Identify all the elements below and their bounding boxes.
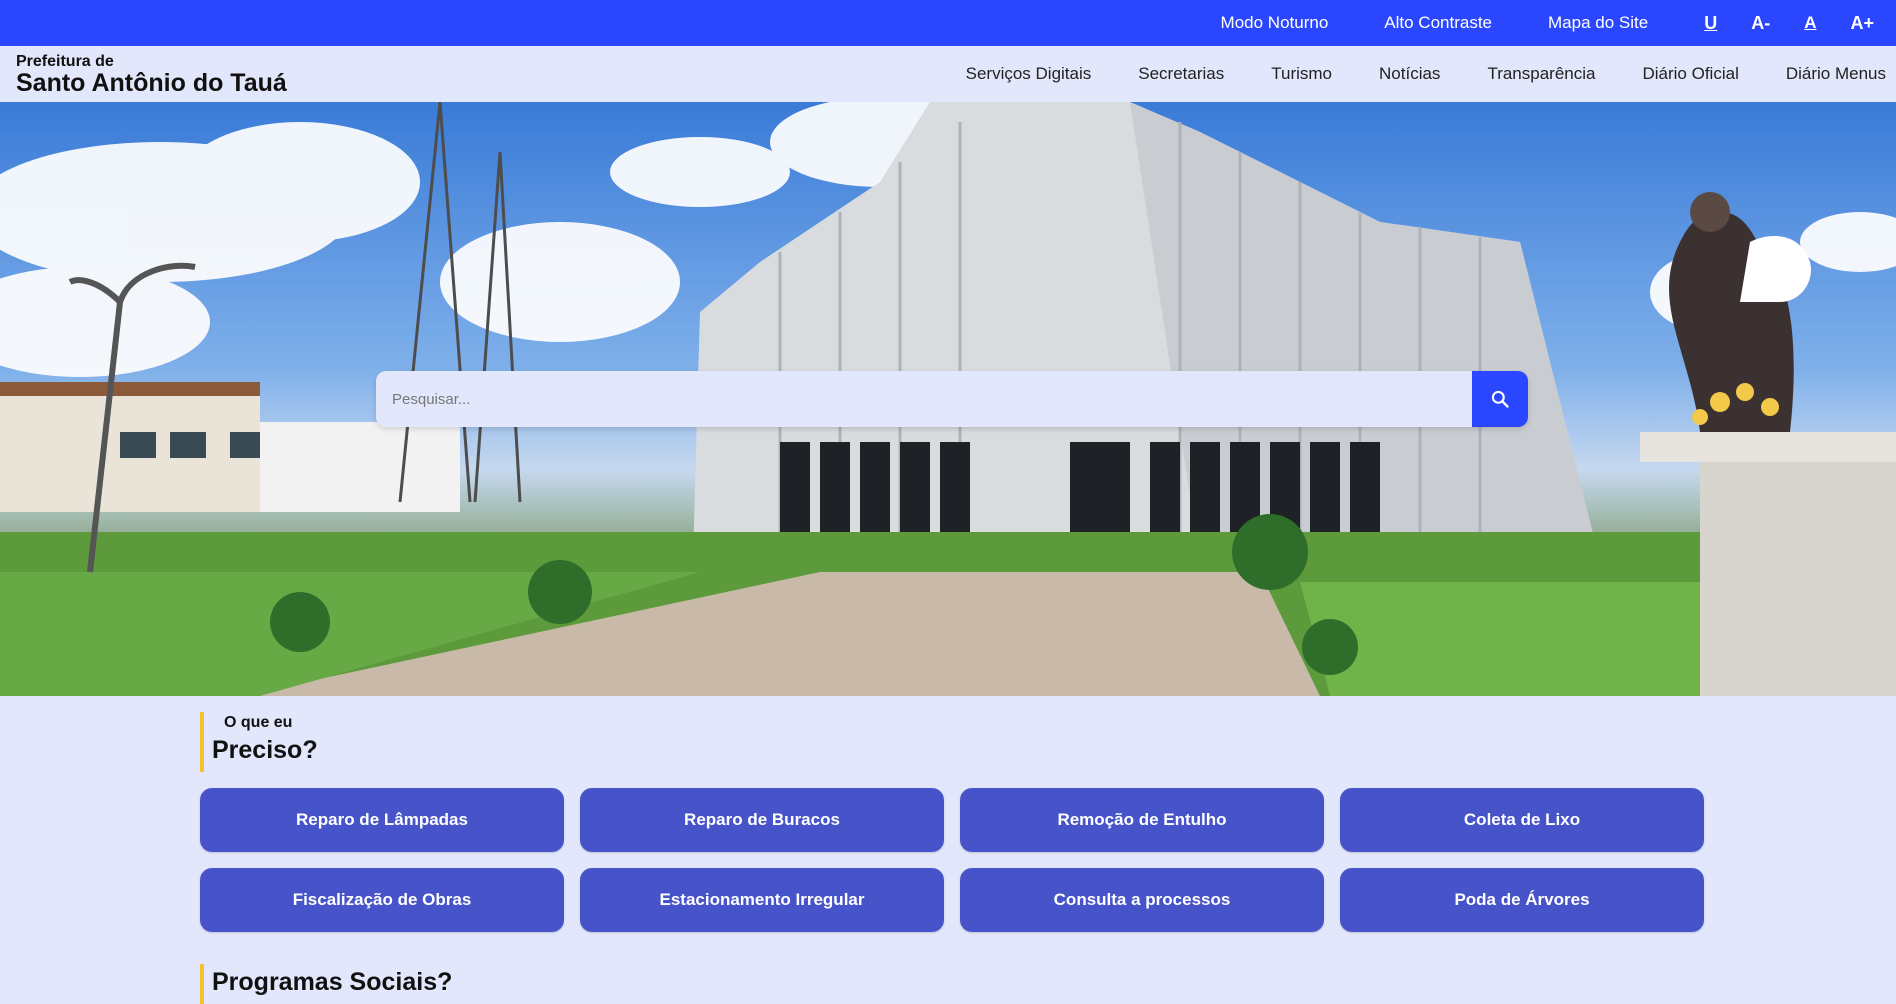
brand-prefix: Prefeitura de bbox=[16, 53, 114, 70]
service-card-coleta-lixo[interactable]: Coleta de Lixo bbox=[1340, 788, 1704, 852]
nav-item-secretarias[interactable]: Secretarias bbox=[1138, 64, 1224, 84]
nav-item-servicos-digitais[interactable]: Serviços Digitais bbox=[966, 64, 1092, 84]
nav-item-turismo[interactable]: Turismo bbox=[1271, 64, 1332, 84]
service-card-poda-arvores[interactable]: Poda de Árvores bbox=[1340, 868, 1704, 932]
service-card-estacionamento-irregular[interactable]: Estacionamento Irregular bbox=[580, 868, 944, 932]
section-title-preciso: O que eu Preciso? bbox=[200, 712, 318, 772]
service-card-consulta-processos[interactable]: Consulta a processos bbox=[960, 868, 1324, 932]
underline-links-button[interactable]: U bbox=[1704, 13, 1717, 34]
search-input[interactable] bbox=[376, 371, 1472, 427]
service-card-reparo-lampadas[interactable]: Reparo de Lâmpadas bbox=[200, 788, 564, 852]
nav-item-diario-oficial[interactable]: Diário Oficial bbox=[1642, 64, 1738, 84]
nav-item-diario-menus[interactable]: Diário Menus bbox=[1786, 64, 1886, 84]
services-grid: Reparo de Lâmpadas Reparo de Buracos Rem… bbox=[200, 788, 1704, 932]
search-button[interactable] bbox=[1472, 371, 1528, 427]
brand-name: Santo Antônio do Tauá bbox=[16, 69, 287, 97]
section-pre-title: O que eu bbox=[224, 714, 293, 731]
night-mode-link[interactable]: Modo Noturno bbox=[1221, 13, 1329, 33]
high-contrast-link[interactable]: Alto Contraste bbox=[1384, 13, 1492, 33]
section-title: Preciso? bbox=[212, 736, 318, 764]
site-logo[interactable]: Prefeitura de Santo Antônio do Tauá bbox=[16, 53, 287, 97]
nav-item-transparencia[interactable]: Transparência bbox=[1487, 64, 1595, 84]
reset-font-button[interactable]: A bbox=[1804, 13, 1816, 33]
site-map-link[interactable]: Mapa do Site bbox=[1548, 13, 1648, 33]
decrease-font-button[interactable]: A- bbox=[1751, 13, 1770, 34]
service-card-reparo-buracos[interactable]: Reparo de Buracos bbox=[580, 788, 944, 852]
site-header: Prefeitura de Santo Antônio do Tauá Serv… bbox=[0, 46, 1896, 102]
service-card-fiscalizacao-obras[interactable]: Fiscalização de Obras bbox=[200, 868, 564, 932]
section-title-programas-sociais: Programas Sociais? bbox=[200, 964, 452, 1004]
search-icon bbox=[1491, 390, 1509, 408]
section2-title: Programas Sociais? bbox=[212, 968, 453, 996]
main-nav: Serviços Digitais Secretarias Turismo No… bbox=[919, 46, 1886, 102]
nav-item-noticias[interactable]: Notícias bbox=[1379, 64, 1440, 84]
search-bar bbox=[376, 371, 1528, 427]
service-card-remocao-entulho[interactable]: Remoção de Entulho bbox=[960, 788, 1324, 852]
increase-font-button[interactable]: A+ bbox=[1850, 13, 1874, 34]
accessibility-bar: Modo Noturno Alto Contraste Mapa do Site… bbox=[0, 0, 1896, 46]
